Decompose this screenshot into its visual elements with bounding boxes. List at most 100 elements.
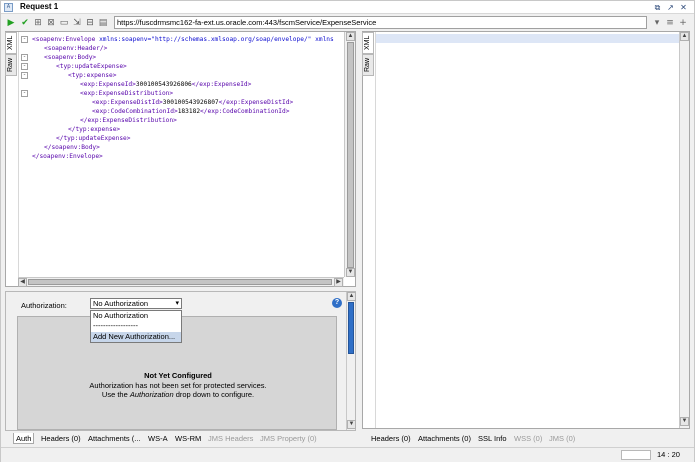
code-line: <typ:expense> xyxy=(68,71,116,80)
scroll-up-icon[interactable]: ▲ xyxy=(346,32,355,41)
not-configured-message: Authorization has not been set for prote… xyxy=(89,381,267,390)
code-line: <exp:ExpenseId>300100543926806</exp:Expe… xyxy=(80,80,251,89)
code-line: <soapenv:Body> xyxy=(44,53,96,62)
xml-tag: <typ:updateExpense> xyxy=(56,63,127,70)
response-editor[interactable] xyxy=(375,32,679,428)
code-line: <exp:ExpenseDistId>300100543926807</exp:… xyxy=(92,98,293,107)
response-editor-panel: XML Raw ▲ ▼ xyxy=(362,31,690,429)
restore-icon[interactable]: ⧉ xyxy=(653,3,662,12)
authorization-label: Authorization: xyxy=(21,301,67,310)
fold-toggle-icon[interactable]: - xyxy=(21,90,28,97)
scroll-down-icon[interactable]: ▼ xyxy=(347,420,356,429)
response-vertical-scrollbar[interactable]: ▲ ▼ xyxy=(679,32,689,428)
tab-xml[interactable]: XML xyxy=(5,32,17,54)
tab-raw-response[interactable]: Raw xyxy=(362,54,374,76)
xml-tag: <exp:ExpenseDistribution> xyxy=(80,90,174,97)
xml-closing-tag: </exp:CodeCombinationId> xyxy=(200,108,290,115)
tab-xml-response[interactable]: XML xyxy=(362,32,374,54)
xml-tag: </typ:updateExpense> xyxy=(56,135,131,142)
play-icon[interactable]: ▶ xyxy=(6,18,16,28)
vertical-scrollbar[interactable]: ▲ ▼ xyxy=(344,32,355,277)
authorization-select[interactable]: No Authorization ▾ xyxy=(90,298,182,309)
xml-editor[interactable]: - <soapenv:Envelope xmlns:soapenv="http:/… xyxy=(18,32,343,277)
title-bar: A Request 1 ⧉ ↗ ✕ xyxy=(1,1,694,14)
authorization-dropdown-list[interactable]: No Authorization ------------------ Add … xyxy=(90,310,182,343)
tab-raw[interactable]: Raw xyxy=(5,54,17,76)
xml-closing-tag: </exp:ExpenseDistId> xyxy=(218,99,294,106)
export-icon[interactable]: ⇲ xyxy=(72,18,82,28)
code-line: <exp:ExpenseDistribution> xyxy=(80,89,173,98)
panel-icon[interactable]: ▤ xyxy=(98,18,108,28)
check-icon[interactable]: ✔ xyxy=(20,18,30,28)
option-no-authorization[interactable]: No Authorization xyxy=(93,311,148,321)
request-tab-jms-headers: JMS Headers xyxy=(208,434,254,443)
code-line: </exp:ExpenseDistribution> xyxy=(80,116,177,125)
response-tab-ssl-info[interactable]: SSL Info xyxy=(478,433,507,444)
window-icon[interactable]: ▭ xyxy=(59,18,69,28)
scroll-up-icon[interactable]: ▲ xyxy=(680,32,689,41)
scroll-left-icon[interactable]: ◀ xyxy=(18,278,27,287)
xml-tag: <typ:expense> xyxy=(68,72,117,79)
list-icon[interactable]: ≡ xyxy=(665,18,675,28)
grid-icon[interactable]: ⊞ xyxy=(33,18,43,28)
xml-tag: <exp:CodeCombinationId> xyxy=(92,108,178,115)
response-tab-headers-0[interactable]: Headers (0) xyxy=(371,433,411,444)
response-tab-attachments-0[interactable]: Attachments (0) xyxy=(418,433,471,444)
request-tab-attachments[interactable]: Attachments (... xyxy=(88,433,141,444)
scroll-down-icon[interactable]: ▼ xyxy=(346,268,355,277)
status-bar: 14 : 20 xyxy=(1,447,694,462)
add-icon[interactable]: + xyxy=(678,18,688,28)
chevron-down-icon: ▾ xyxy=(175,300,179,307)
request-tab-ws-rm[interactable]: WS-RM xyxy=(175,433,201,444)
xml-tag: <soapenv:Header/> xyxy=(44,45,108,52)
fold-toggle-icon[interactable]: - xyxy=(21,36,28,43)
dropdown-icon[interactable]: ▾ xyxy=(652,18,662,28)
code-line: <soapenv:Header/> xyxy=(44,44,107,53)
scroll-thumb[interactable] xyxy=(348,302,354,354)
fold-toggle-icon[interactable]: - xyxy=(21,63,28,70)
cursor-position: 14 : 20 xyxy=(657,450,680,459)
code-line: <soapenv:Envelope xmlns:soapenv="http://… xyxy=(32,35,334,44)
not-configured-title: Not Yet Configured xyxy=(144,371,212,380)
not-configured-hint: Use the Authorization drop down to confi… xyxy=(101,390,255,399)
xml-tag: <soapenv:Envelope xyxy=(32,36,100,43)
scroll-thumb-horizontal[interactable] xyxy=(28,279,332,285)
auth-vertical-scrollbar[interactable]: ▲ ▼ xyxy=(346,292,356,430)
request-editor-panel: XML Raw - <soapenv:Envelope xmlns:soapenv… xyxy=(5,31,356,287)
code-line: <exp:CodeCombinationId>183182</exp:CodeC… xyxy=(92,107,289,116)
request-tab-headers-0[interactable]: Headers (0) xyxy=(41,433,81,444)
close-icon[interactable]: ✕ xyxy=(679,3,688,12)
xml-tag: </typ:expense> xyxy=(68,126,121,133)
scroll-down-icon[interactable]: ▼ xyxy=(680,417,689,426)
xml-tag: <exp:ExpenseId> xyxy=(80,81,136,88)
response-tab-jms-0: JMS (0) xyxy=(549,434,576,443)
detach-icon[interactable]: ↗ xyxy=(666,3,675,12)
fold-toggle-icon[interactable]: - xyxy=(21,54,28,61)
option-separator: ------------------ xyxy=(93,321,138,330)
endpoint-url-field[interactable]: https://fuscdrmsmc162-fa-ext.us.oracle.c… xyxy=(114,16,647,29)
stop-icon[interactable]: ⊠ xyxy=(46,18,56,28)
request-icon: A xyxy=(4,3,13,12)
status-field xyxy=(621,450,651,460)
xml-tag: </soapenv:Envelope> xyxy=(32,153,103,160)
code-line: </typ:expense> xyxy=(68,125,120,134)
xml-attributes: xmlns:soapenv="http://schemas.xmlsoap.or… xyxy=(99,36,334,43)
help-icon[interactable]: ? xyxy=(332,298,342,308)
authorization-selected-value: No Authorization xyxy=(93,299,149,308)
fold-toggle-icon[interactable]: - xyxy=(21,72,28,79)
xml-text-value: 300100543926806 xyxy=(135,81,192,88)
window-title: Request 1 xyxy=(20,2,59,11)
scroll-thumb[interactable] xyxy=(347,42,354,268)
request-tab-auth[interactable]: Auth xyxy=(13,433,35,444)
current-line xyxy=(376,34,679,43)
horizontal-scrollbar[interactable]: ◀ ▶ xyxy=(18,277,344,287)
scroll-right-icon[interactable]: ▶ xyxy=(334,278,343,287)
layout-icon[interactable]: ⊟ xyxy=(85,18,95,28)
xml-tag: </soapenv:Body> xyxy=(44,144,100,151)
scroll-up-icon[interactable]: ▲ xyxy=(347,292,356,301)
xml-tag: <soapenv:Body> xyxy=(44,54,97,61)
response-tab-wss-0: WSS (0) xyxy=(514,434,543,443)
xml-text-value: 183182 xyxy=(177,108,201,115)
option-add-new-authorization[interactable]: Add New Authorization... xyxy=(91,332,181,342)
request-tab-ws-a[interactable]: WS-A xyxy=(148,433,168,444)
